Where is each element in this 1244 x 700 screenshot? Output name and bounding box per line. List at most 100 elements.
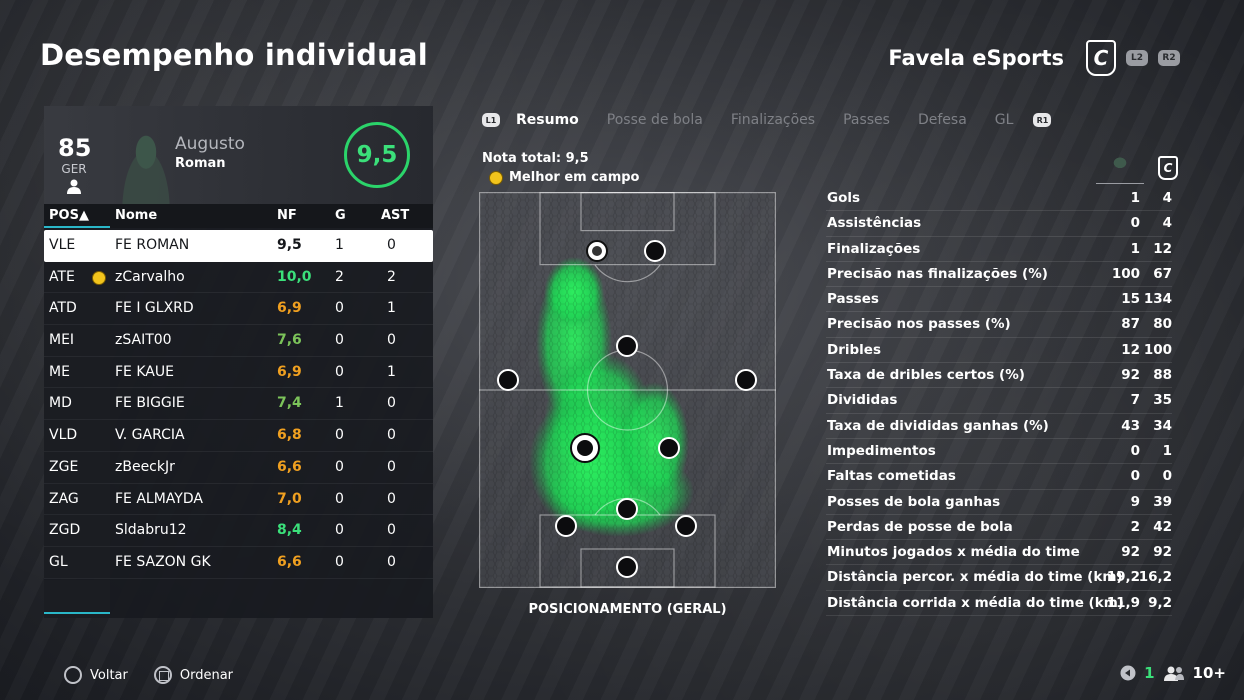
table-row[interactable]: MD FE BIGGIE 7,4 1 0 bbox=[44, 388, 433, 421]
stat-player-value: 2 bbox=[1130, 518, 1140, 535]
row-assists: 0 bbox=[387, 395, 396, 412]
column-g[interactable]: G bbox=[335, 208, 346, 223]
pitch-caption: POSICIONAMENTO (GERAL) bbox=[528, 602, 727, 617]
stat-team-value: 16,2 bbox=[1138, 569, 1172, 586]
row-goals: 1 bbox=[335, 237, 344, 253]
stat-row: Distância percor. x média do time (km) 19… bbox=[826, 565, 1172, 591]
stat-label: Passes bbox=[827, 291, 879, 308]
row-position: ME bbox=[49, 363, 70, 380]
stat-team-value: 80 bbox=[1153, 316, 1172, 333]
table-row[interactable]: GL FE SAZON GK 6,6 0 0 bbox=[44, 546, 433, 579]
stat-team-value: 4 bbox=[1162, 190, 1172, 206]
stat-label: Finalizações bbox=[827, 240, 921, 257]
circle-button-icon bbox=[64, 666, 82, 684]
players-count: 10+ bbox=[1192, 664, 1226, 682]
stat-row: Precisão nas finalizações (%) 100 67 bbox=[826, 262, 1172, 288]
table-row[interactable]: ZAG FE ALMAYDA 7,0 0 0 bbox=[44, 483, 433, 516]
next-team-button[interactable]: R2 bbox=[1158, 50, 1180, 66]
footer-controls: Voltar Ordenar bbox=[64, 666, 233, 684]
stat-row: Taxa de dribles certos (%) 92 88 bbox=[826, 363, 1172, 389]
row-rating: 7,6 bbox=[277, 332, 302, 349]
stat-label: Faltas cometidas bbox=[827, 468, 956, 485]
row-position: ZAG bbox=[49, 490, 79, 507]
player-marker-zag bbox=[616, 498, 638, 520]
tab-gl[interactable]: GL bbox=[995, 112, 1014, 128]
table-row[interactable]: ATE zCarvalho 10,0 2 2 bbox=[44, 261, 433, 294]
tab-passes[interactable]: Passes bbox=[843, 112, 890, 128]
player-marker-md bbox=[735, 369, 757, 391]
prev-tab-button[interactable]: L1 bbox=[482, 113, 500, 127]
stat-team-value: 92 bbox=[1153, 544, 1172, 561]
best-on-field: Melhor em campo bbox=[489, 170, 639, 185]
row-goals: 0 bbox=[335, 332, 344, 349]
row-player-name: FE I GLXRD bbox=[115, 300, 194, 317]
table-row[interactable]: VLD V. GARCIA 6,8 0 0 bbox=[44, 420, 433, 452]
stat-team-value: 134 bbox=[1143, 291, 1172, 308]
team-column-logo-icon: C bbox=[1158, 156, 1178, 180]
stat-row: Distância corrida x média do time (km) 11… bbox=[826, 591, 1172, 617]
stat-team-value: 1 bbox=[1162, 442, 1172, 459]
row-goals: 0 bbox=[335, 458, 344, 475]
table-row[interactable]: ZGE zBeeckJr 6,6 0 0 bbox=[44, 451, 433, 484]
stat-team-value: 4 bbox=[1162, 215, 1172, 232]
tab-finalizacoes[interactable]: Finalizações bbox=[731, 112, 815, 128]
row-player-name: FE SAZON GK bbox=[115, 553, 211, 570]
row-position: VLD bbox=[49, 427, 78, 444]
stat-label: Distância percor. x média do time (km) bbox=[827, 569, 1123, 586]
table-row[interactable]: MEI zSAIT00 7,6 0 0 bbox=[44, 325, 433, 357]
table-row[interactable]: ZGD Sldabru12 8,4 0 0 bbox=[44, 515, 433, 547]
row-goals: 0 bbox=[335, 427, 344, 444]
column-nf[interactable]: NF bbox=[277, 208, 297, 223]
player-marker-zgd bbox=[675, 515, 697, 537]
tab-posse-de-bola[interactable]: Posse de bola bbox=[607, 112, 703, 128]
stat-team-value: 39 bbox=[1153, 493, 1172, 510]
prev-team-button[interactable]: L2 bbox=[1126, 50, 1148, 66]
tab-defesa[interactable]: Defesa bbox=[918, 112, 967, 128]
sort-indicator bbox=[44, 226, 110, 228]
stat-label: Assistências bbox=[827, 215, 922, 232]
row-assists: 2 bbox=[387, 268, 396, 285]
position-heatmap bbox=[479, 192, 776, 588]
voice-icon bbox=[1120, 665, 1136, 681]
stat-team-value: 67 bbox=[1153, 265, 1172, 282]
player-marker-mei bbox=[616, 335, 638, 357]
stat-player-value: 11,9 bbox=[1106, 594, 1140, 611]
stat-player-value: 43 bbox=[1121, 417, 1140, 434]
stat-row: Taxa de divididas ganhas (%) 43 34 bbox=[826, 414, 1172, 439]
stat-team-value: 12 bbox=[1153, 240, 1172, 257]
row-position: ATE bbox=[49, 268, 75, 285]
stat-row: Minutos jogados x média do time 92 92 bbox=[826, 540, 1172, 566]
row-player-name: Sldabru12 bbox=[115, 522, 187, 539]
row-player-name: FE KAUE bbox=[115, 363, 174, 380]
tab-resumo[interactable]: Resumo bbox=[516, 112, 579, 128]
stat-row: Assistências 0 4 bbox=[826, 211, 1172, 237]
row-position: GL bbox=[49, 553, 68, 570]
table-row[interactable]: VLE FE ROMAN 9,5 1 0 bbox=[44, 230, 433, 262]
stat-player-value: 0 bbox=[1130, 215, 1140, 232]
back-button[interactable]: Voltar bbox=[90, 668, 128, 683]
player-marker-me bbox=[497, 369, 519, 391]
column-name[interactable]: Nome bbox=[115, 208, 157, 223]
stat-row: Gols 1 4 bbox=[826, 186, 1172, 212]
team-name: Favela eSports bbox=[888, 46, 1064, 70]
sort-button[interactable]: Ordenar bbox=[180, 668, 233, 683]
table-row[interactable]: ME FE KAUE 6,9 0 1 bbox=[44, 356, 433, 389]
column-pos[interactable]: POS▲ bbox=[49, 208, 89, 223]
row-position: MD bbox=[49, 395, 72, 412]
table-row[interactable]: ATD FE I GLXRD 6,9 0 1 bbox=[44, 293, 433, 326]
best-on-field-label: Melhor em campo bbox=[509, 170, 640, 185]
row-goals: 0 bbox=[335, 522, 344, 539]
stat-player-value: 92 bbox=[1121, 367, 1140, 384]
row-rating: 7,4 bbox=[277, 395, 302, 412]
stat-label: Impedimentos bbox=[827, 442, 936, 459]
row-assists: 0 bbox=[387, 427, 396, 444]
row-assists: 0 bbox=[387, 458, 396, 475]
row-position: ZGD bbox=[49, 522, 81, 539]
column-ast[interactable]: AST bbox=[381, 208, 409, 223]
stat-label: Divididas bbox=[827, 392, 898, 409]
row-player-name: FE ROMAN bbox=[115, 237, 190, 253]
row-goals: 1 bbox=[335, 395, 344, 412]
row-player-name: zCarvalho bbox=[115, 268, 185, 285]
next-tab-button[interactable]: R1 bbox=[1033, 113, 1052, 127]
stat-player-value: 100 bbox=[1111, 265, 1140, 282]
